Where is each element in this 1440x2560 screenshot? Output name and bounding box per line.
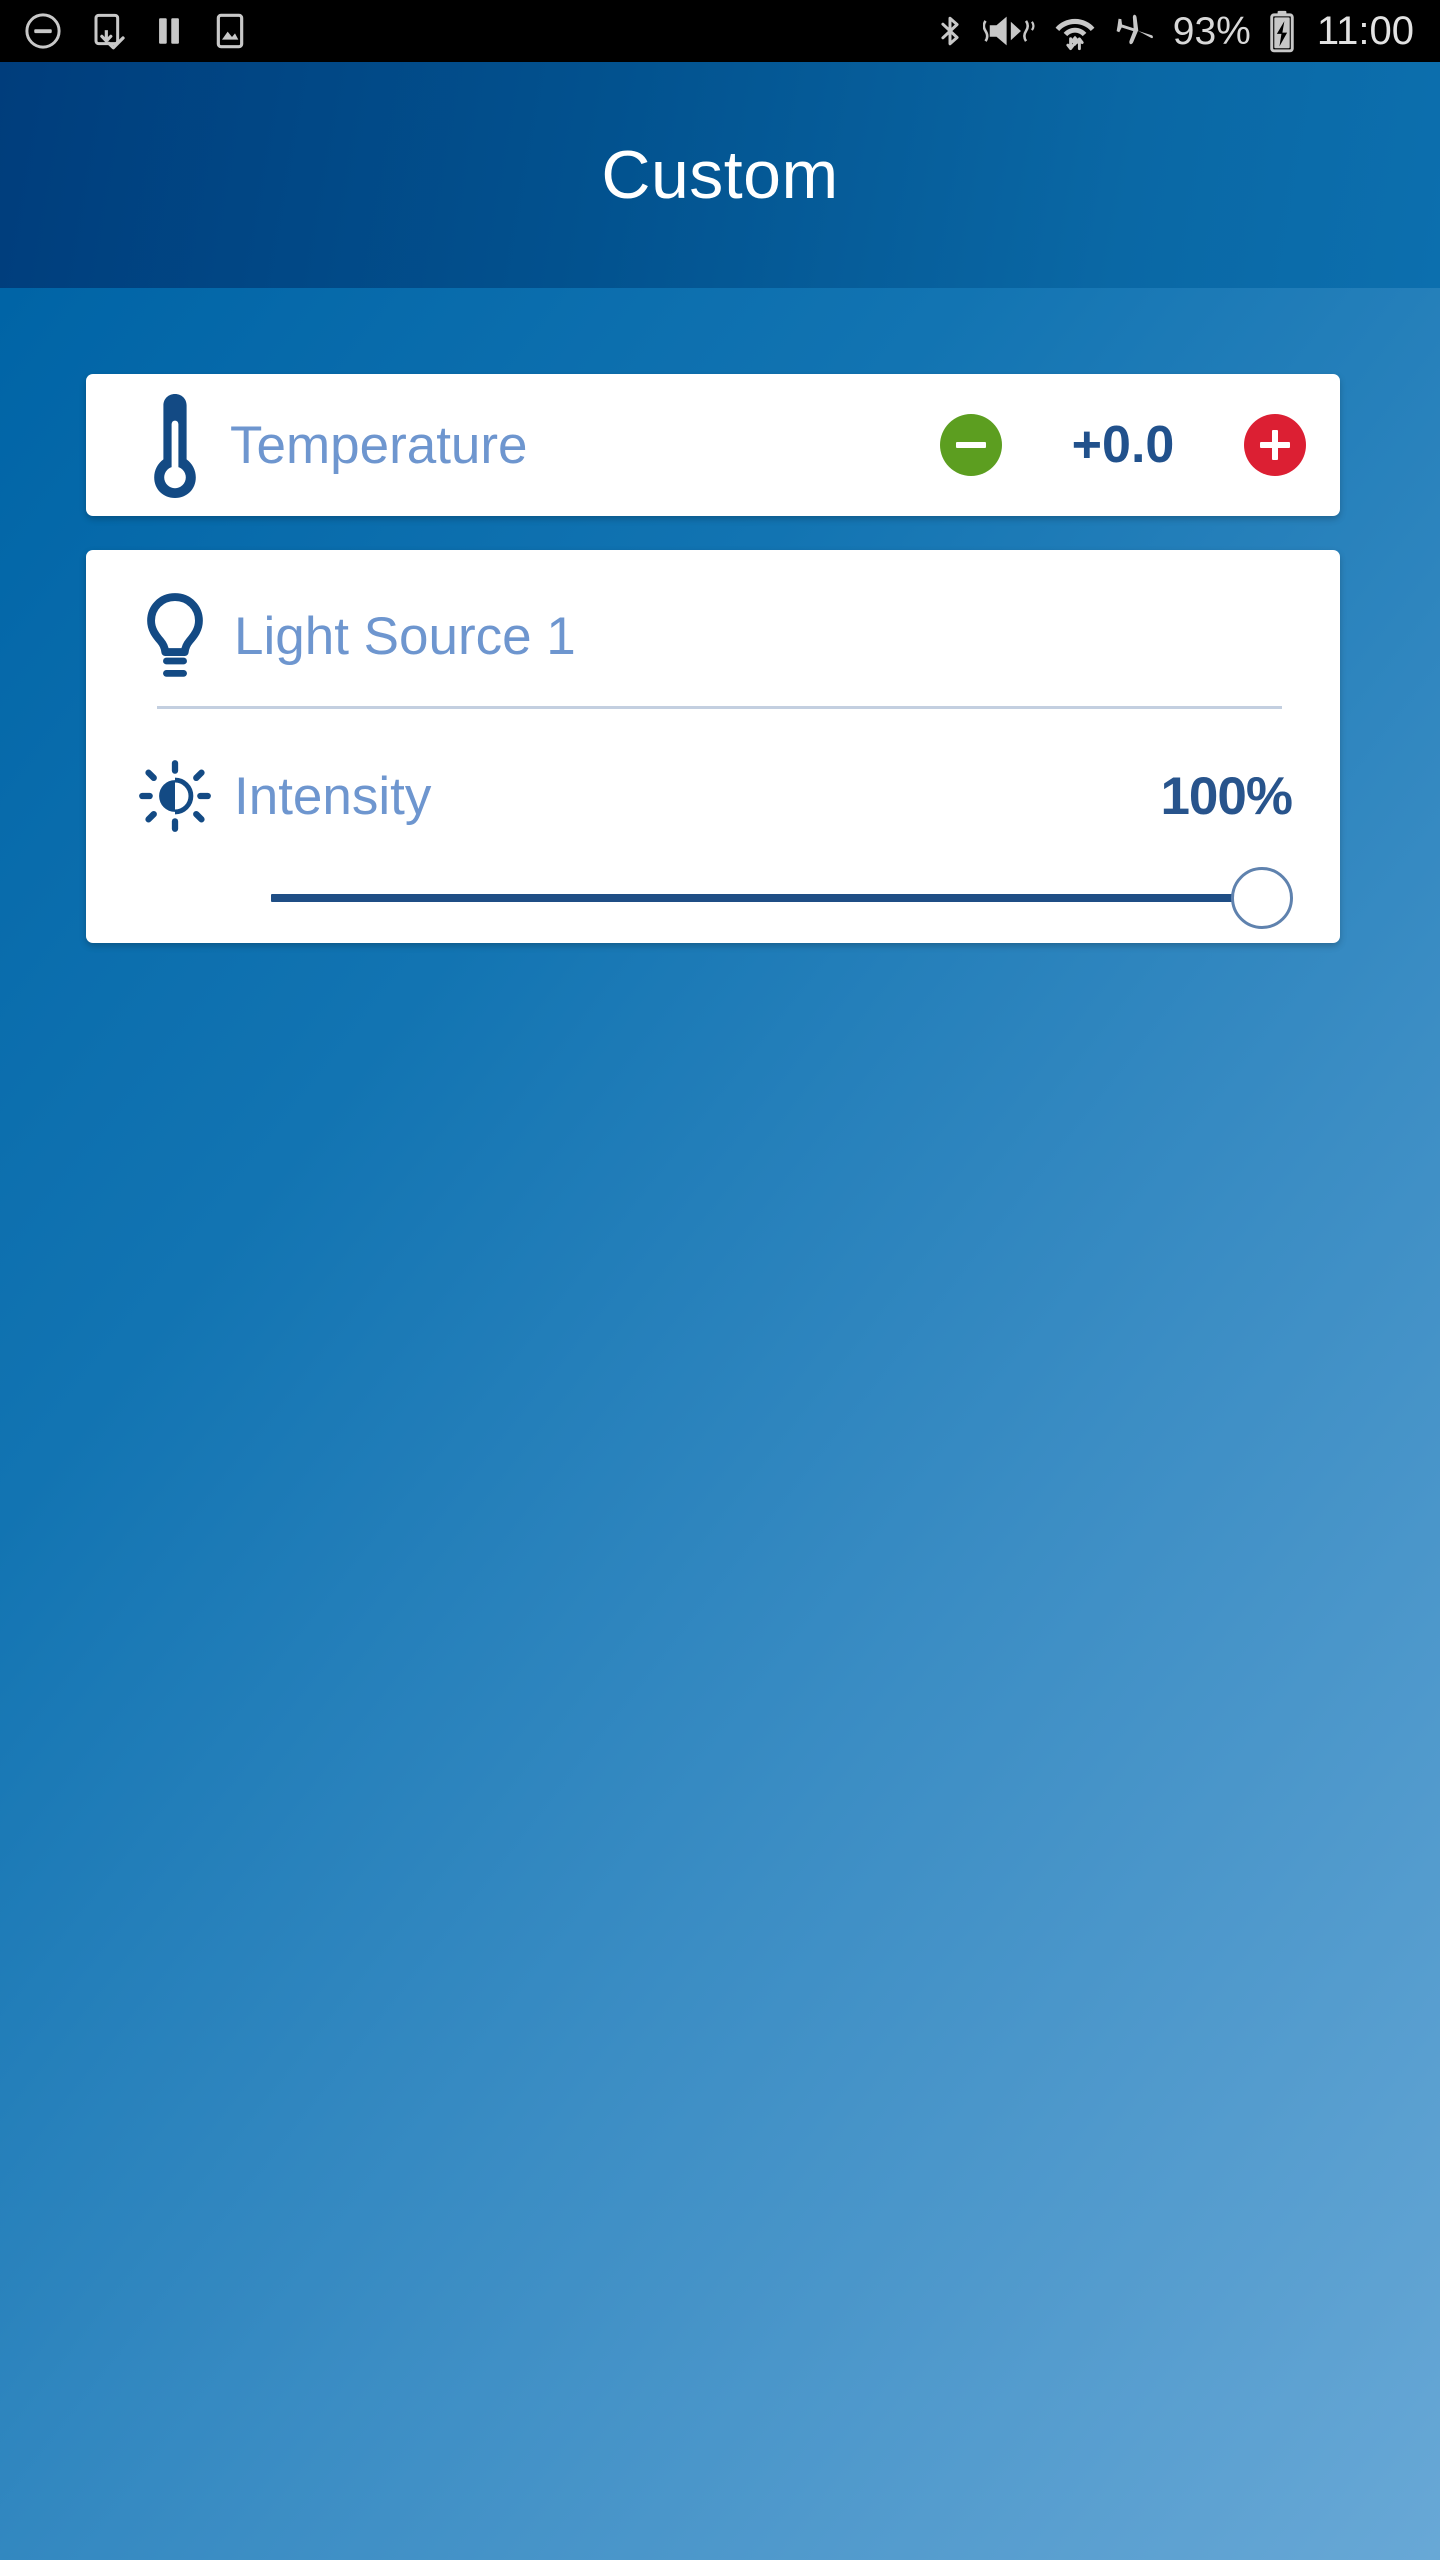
do-not-disturb-icon bbox=[22, 10, 64, 52]
screenshot-icon bbox=[210, 10, 250, 52]
status-bar-left-icons bbox=[22, 10, 250, 52]
light-source-card: Light Source 1 Intensity 100% bbox=[86, 550, 1340, 943]
temperature-card: Temperature +0.0 bbox=[86, 374, 1340, 516]
app-bar: Custom bbox=[0, 62, 1440, 288]
intensity-value: 100% bbox=[1160, 766, 1293, 826]
app-screen: 93% 11:00 Custom Temperature +0.0 Light … bbox=[0, 0, 1440, 2560]
airplane-mode-icon bbox=[1113, 10, 1157, 52]
lightbulb-icon bbox=[138, 593, 212, 679]
status-bar-right-icons: 93% 11:00 bbox=[933, 9, 1414, 53]
wifi-icon bbox=[1053, 9, 1097, 53]
pause-icon bbox=[152, 10, 186, 52]
battery-charging-icon bbox=[1267, 9, 1297, 53]
light-source-header[interactable]: Light Source 1 bbox=[138, 572, 1306, 700]
page-title: Custom bbox=[601, 137, 839, 213]
light-source-label: Light Source 1 bbox=[234, 606, 576, 666]
volume-mute-vibrate-icon bbox=[982, 9, 1037, 53]
status-bar: 93% 11:00 bbox=[0, 0, 1440, 62]
download-complete-icon bbox=[88, 10, 128, 52]
temperature-stepper: +0.0 bbox=[940, 414, 1306, 476]
temperature-value: +0.0 bbox=[1071, 416, 1175, 474]
main-content: Temperature +0.0 Light Source 1 Intensit… bbox=[0, 288, 1440, 2560]
slider-track[interactable] bbox=[271, 894, 1262, 902]
battery-percent-label: 93% bbox=[1172, 9, 1251, 53]
status-bar-clock: 11:00 bbox=[1316, 9, 1414, 53]
minus-icon bbox=[956, 442, 986, 448]
intensity-slider[interactable] bbox=[196, 860, 1293, 936]
plus-icon-vertical bbox=[1272, 430, 1278, 460]
slider-thumb[interactable] bbox=[1231, 867, 1293, 929]
temperature-label: Temperature bbox=[230, 415, 528, 475]
intensity-label: Intensity bbox=[234, 766, 432, 826]
intensity-row: Intensity 100% bbox=[138, 736, 1293, 856]
card-divider bbox=[157, 706, 1282, 709]
bluetooth-icon bbox=[933, 9, 967, 53]
temperature-decrease-button[interactable] bbox=[940, 414, 1002, 476]
brightness-icon bbox=[138, 756, 212, 836]
thermometer-icon bbox=[138, 391, 212, 499]
temperature-increase-button[interactable] bbox=[1244, 414, 1306, 476]
